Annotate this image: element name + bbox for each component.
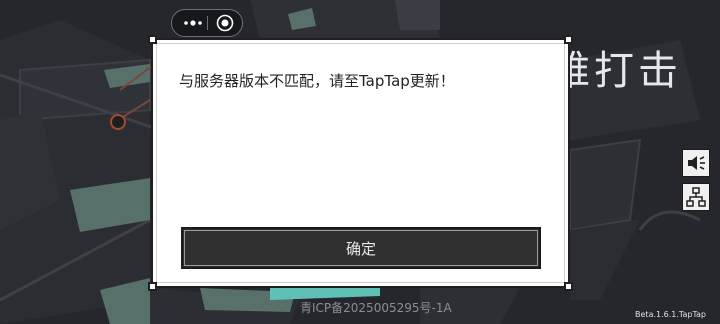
version-mismatch-dialog: 与服务器版本不匹配，请至TapTap更新！ 确定 bbox=[148, 35, 573, 291]
network-tree-icon bbox=[686, 187, 706, 207]
dialog-corner bbox=[564, 35, 573, 44]
speaker-icon bbox=[688, 156, 705, 170]
dialog-corner bbox=[148, 282, 157, 291]
confirm-button[interactable]: 确定 bbox=[181, 227, 541, 269]
network-button[interactable] bbox=[682, 183, 710, 211]
capsule-divider bbox=[207, 16, 208, 30]
sound-button[interactable] bbox=[682, 149, 710, 177]
mini-program-capsule bbox=[171, 9, 243, 37]
dialog-corner bbox=[564, 282, 573, 291]
dialog-corner bbox=[148, 35, 157, 44]
dialog-message: 与服务器版本不匹配，请至TapTap更新！ bbox=[179, 72, 455, 90]
target-circle-icon[interactable] bbox=[215, 13, 235, 33]
version-label: Beta.1.6.1.TapTap bbox=[635, 310, 706, 319]
more-dots-icon[interactable] bbox=[180, 10, 206, 36]
icp-license-text: 青ICP备2025005295号-1A bbox=[300, 301, 452, 315]
